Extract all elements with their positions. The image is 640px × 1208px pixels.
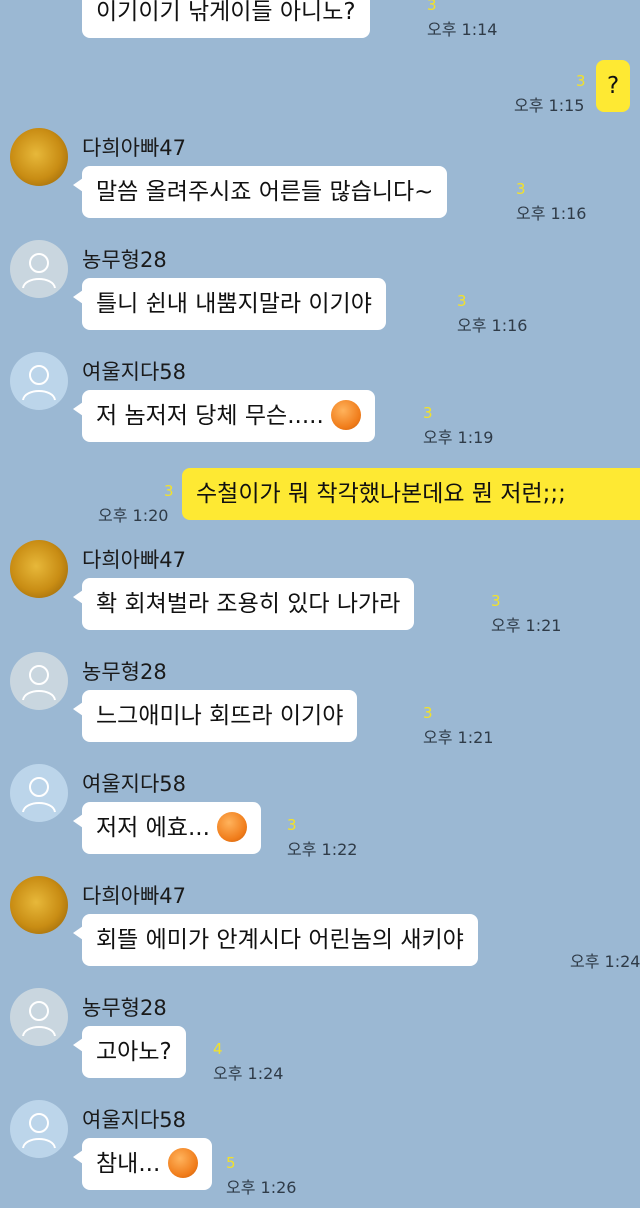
unread-count: 4 (213, 1040, 223, 1058)
message-bubble[interactable]: 수철이가 뭐 착각했나본데요 뭔 저런;;; (182, 468, 640, 520)
unread-count: 5 (226, 1154, 236, 1172)
sender-name: 농무형28 (82, 996, 167, 1020)
message-time: 오후 1:20 (98, 506, 169, 525)
message-time: 오후 1:24 (213, 1064, 284, 1083)
sender-name: 다희아빠47 (82, 548, 187, 572)
angry-face-emoji-icon (217, 811, 248, 842)
message-time: 오후 1:15 (514, 96, 585, 115)
message-bubble[interactable]: 회뜰 에미가 안계시다 어린놈의 새키야 (73, 914, 478, 966)
message-text: 참내... (96, 1151, 161, 1177)
message-text: 저저 에효... (96, 815, 210, 841)
avatar[interactable] (10, 128, 68, 186)
message-time: 오후 1:21 (491, 616, 562, 635)
message-meta: 3 오후 1:22 (287, 816, 358, 860)
angry-face-emoji-icon (331, 399, 362, 430)
default-profile-icon (22, 253, 56, 289)
avatar[interactable] (10, 1100, 68, 1158)
message-meta: 3 오후 1:14 (427, 0, 498, 40)
message-text: 저 놈저저 당체 무슨..... (96, 403, 324, 429)
message-bubble[interactable]: 저저 에효... (72, 802, 262, 854)
message-time: 오후 1:14 (427, 20, 498, 39)
sender-name: 여울지다58 (82, 1108, 187, 1132)
unread-count: 3 (516, 180, 526, 198)
message-bubble[interactable]: ? (596, 60, 631, 112)
message-meta: 3 오후 1:16 (457, 292, 528, 336)
message-time: 오후 1:21 (423, 728, 494, 747)
sender-name: 여울지다58 (82, 772, 187, 796)
message-time: 오후 1:24 (570, 952, 640, 971)
sender-name: 다희아빠47 (82, 136, 187, 160)
message-time: 오후 1:19 (423, 428, 494, 447)
default-profile-icon (22, 365, 56, 401)
message-bubble[interactable]: 느그애미나 회뜨라 이기야 (72, 690, 358, 742)
message-bubble[interactable]: 이기이기 낚게이들 아니노? (82, 0, 370, 38)
message-meta: 3 오후 1:20 (98, 482, 174, 526)
message-bubble[interactable]: 확 회쳐벌라 조용히 있다 나가라 (72, 578, 415, 630)
message-meta: 4 오후 1:24 (213, 1040, 284, 1084)
unread-count: 3 (457, 292, 467, 310)
avatar[interactable] (10, 764, 68, 822)
message-meta: 3 오후 1:19 (423, 404, 494, 448)
unread-count: 3 (423, 404, 433, 422)
sender-name: 농무형28 (82, 660, 167, 684)
message-bubble[interactable]: 고아노? (73, 1026, 186, 1078)
unread-count: 3 (491, 592, 501, 610)
message-time: 오후 1:22 (287, 840, 358, 859)
avatar[interactable] (10, 876, 68, 934)
message-time: 오후 1:16 (457, 316, 528, 335)
angry-face-emoji-icon (167, 1147, 198, 1178)
message-meta: 3 오후 1:15 (514, 72, 586, 116)
message-meta: 5 오후 1:26 (226, 1154, 297, 1198)
sender-name: 다희아빠47 (82, 884, 187, 908)
default-profile-icon (22, 1001, 56, 1037)
sender-name: 여울지다58 (82, 360, 187, 384)
message-meta: 3 오후 1:16 (516, 180, 587, 224)
message-bubble[interactable]: 참내... (73, 1138, 212, 1190)
default-profile-icon (22, 665, 56, 701)
message-bubble[interactable]: 저 놈저저 당체 무슨..... (72, 390, 376, 442)
message-bubble[interactable]: 틀니 쉰내 내뿜지말라 이기야 (73, 278, 386, 330)
default-profile-icon (22, 1113, 56, 1149)
default-profile-icon (22, 777, 56, 813)
unread-count: 3 (423, 704, 433, 722)
avatar[interactable] (10, 540, 68, 598)
unread-count: 3 (287, 816, 297, 834)
message-meta: 3 오후 1:24 (570, 948, 640, 972)
unread-count: 3 (164, 482, 174, 500)
message-time: 오후 1:16 (516, 204, 587, 223)
message-time: 오후 1:26 (226, 1178, 297, 1197)
unread-count: 3 (576, 72, 586, 90)
avatar[interactable] (10, 988, 68, 1046)
sender-name: 농무형28 (82, 248, 167, 272)
avatar[interactable] (10, 240, 68, 298)
avatar[interactable] (10, 652, 68, 710)
unread-count: 3 (427, 0, 437, 14)
avatar[interactable] (10, 352, 68, 410)
message-bubble[interactable]: 말씀 올려주시죠 어른들 많습니다~ (72, 166, 448, 218)
message-meta: 3 오후 1:21 (423, 704, 494, 748)
message-meta: 3 오후 1:21 (491, 592, 562, 636)
